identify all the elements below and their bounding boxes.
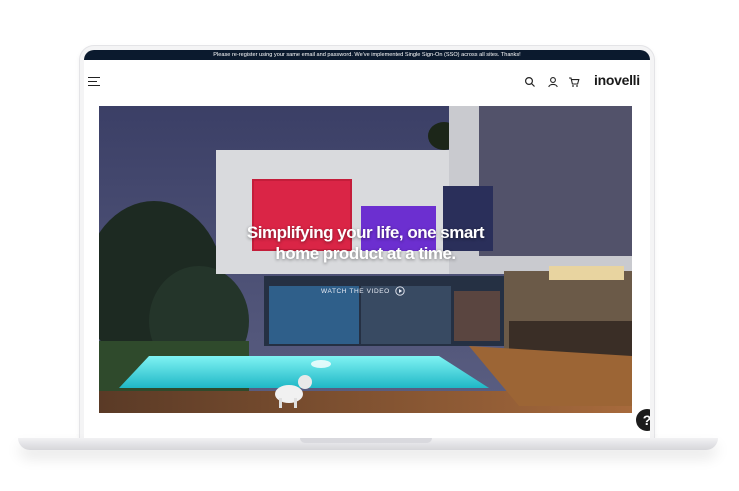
hero-title: Simplifying your life, one smart home pr… — [99, 222, 632, 264]
hero-banner: Simplifying your life, one smart home pr… — [99, 106, 632, 413]
cart-icon[interactable] — [568, 76, 580, 88]
announcement-bar: Please re-register using your same email… — [84, 50, 650, 60]
watch-video-label: WATCH THE VIDEO — [321, 287, 390, 295]
inovelli-logo[interactable]: inovelli — [594, 72, 640, 88]
help-button[interactable]: ? — [636, 409, 650, 431]
play-circle-icon — [395, 286, 405, 296]
user-icon[interactable] — [547, 76, 559, 88]
menu-icon[interactable] — [88, 77, 100, 87]
hero-title-line-2: home product at a time. — [275, 244, 456, 263]
watch-video-link[interactable]: WATCH THE VIDEO — [321, 286, 405, 296]
laptop-screen: Please re-register using your same email… — [84, 50, 650, 438]
laptop-base-notch — [300, 438, 432, 443]
site-header: inovelli — [84, 60, 650, 104]
hero-title-line-1: Simplifying your life, one smart — [246, 223, 485, 242]
search-icon[interactable] — [524, 76, 536, 88]
